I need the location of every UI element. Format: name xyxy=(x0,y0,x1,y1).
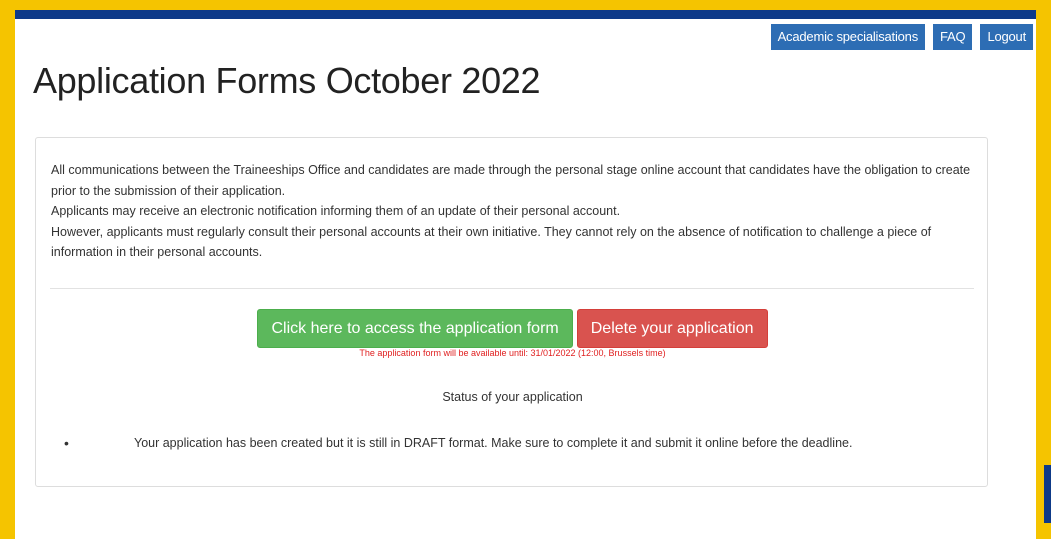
frame-top-border xyxy=(0,0,1051,10)
communications-notice: All communications between the Traineesh… xyxy=(51,160,976,263)
notice-paragraph: However, applicants must regularly consu… xyxy=(51,224,932,260)
top-navigation: Academic specialisations FAQ Logout xyxy=(770,24,1033,50)
access-application-form-button[interactable]: Click here to access the application for… xyxy=(257,309,573,348)
logout-button[interactable]: Logout xyxy=(980,24,1033,50)
header-bar xyxy=(15,10,1036,19)
side-tab[interactable] xyxy=(1044,465,1051,523)
notice-paragraph: Applicants may receive an electronic not… xyxy=(51,204,621,218)
frame-right-border xyxy=(1036,0,1051,539)
page-title: Application Forms October 2022 xyxy=(33,60,541,101)
faq-button[interactable]: FAQ xyxy=(933,24,973,50)
status-heading: Status of your application xyxy=(442,390,583,404)
notice-paragraph: All communications between the Traineesh… xyxy=(51,163,971,198)
academic-specialisations-button[interactable]: Academic specialisations xyxy=(770,24,926,50)
application-actions: Click here to access the application for… xyxy=(36,309,989,348)
status-message: Your application has been created but it… xyxy=(134,436,853,450)
divider xyxy=(50,288,974,289)
frame-left-border xyxy=(0,0,15,539)
availability-notice: The application form will be available u… xyxy=(359,348,666,358)
bullet-point: • xyxy=(64,435,69,451)
delete-application-button[interactable]: Delete your application xyxy=(576,309,768,348)
application-panel: All communications between the Traineesh… xyxy=(35,137,988,487)
